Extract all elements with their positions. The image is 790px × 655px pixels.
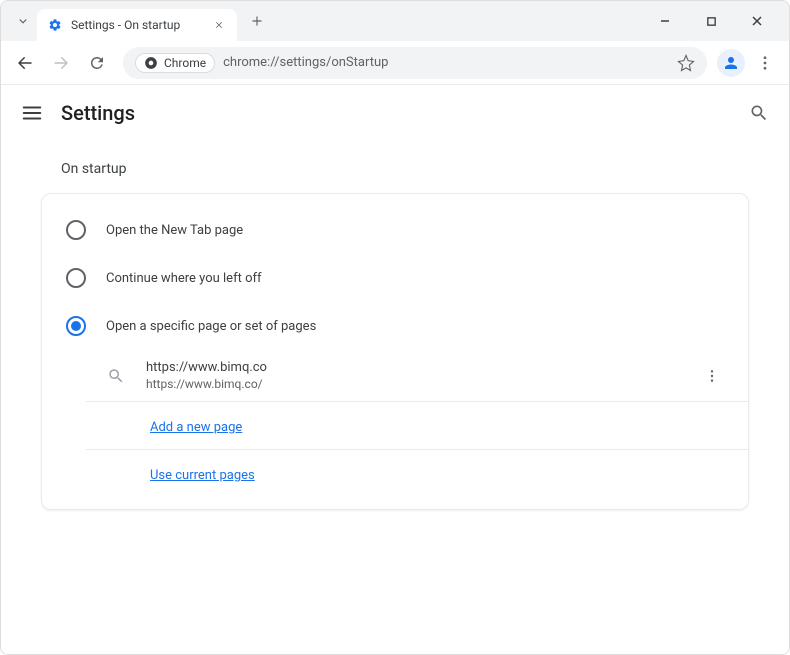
tab-title: Settings - On startup	[71, 18, 203, 32]
startup-options-card: Open the New Tab page Continue where you…	[41, 193, 749, 510]
use-current-pages-link[interactable]: Use current pages	[150, 468, 255, 483]
url-text: chrome://settings/onStartup	[223, 55, 669, 70]
page-entry-url: https://www.bimq.co/	[146, 377, 680, 391]
profile-button[interactable]	[717, 49, 745, 77]
minimize-icon	[659, 15, 671, 27]
chrome-logo-icon	[144, 56, 158, 70]
menu-toggle-button[interactable]	[21, 102, 43, 124]
maximize-icon	[706, 16, 717, 27]
page-entry-title: https://www.bimq.co	[146, 360, 680, 375]
radio-label: Open a specific page or set of pages	[106, 319, 316, 334]
plus-icon	[250, 14, 264, 28]
maximize-button[interactable]	[697, 7, 725, 35]
radio-open-new-tab[interactable]: Open the New Tab page	[42, 206, 748, 254]
chrome-chip-label: Chrome	[164, 56, 206, 70]
page-title: Settings	[61, 101, 731, 125]
titlebar: Settings - On startup	[1, 1, 789, 41]
search-settings-button[interactable]	[749, 103, 769, 123]
browser-tab[interactable]: Settings - On startup	[37, 9, 237, 41]
forward-button[interactable]	[45, 47, 77, 79]
settings-gear-icon	[47, 17, 63, 33]
back-button[interactable]	[9, 47, 41, 79]
startup-page-row: https://www.bimq.co https://www.bimq.co/	[86, 350, 748, 402]
page-entry-menu-button[interactable]	[700, 368, 724, 384]
hamburger-icon	[21, 102, 43, 124]
arrow-left-icon	[16, 54, 34, 72]
star-icon	[677, 54, 695, 72]
add-new-page-link[interactable]: Add a new page	[150, 420, 242, 435]
tab-search-dropdown[interactable]	[9, 7, 37, 35]
search-icon	[106, 366, 126, 386]
minimize-button[interactable]	[651, 7, 679, 35]
startup-pages-list: https://www.bimq.co https://www.bimq.co/…	[86, 350, 748, 497]
radio-icon	[66, 220, 86, 240]
radio-continue-left-off[interactable]: Continue where you left off	[42, 254, 748, 302]
address-bar[interactable]: Chrome chrome://settings/onStartup	[123, 47, 707, 79]
arrow-right-icon	[52, 54, 70, 72]
radio-label: Continue where you left off	[106, 271, 262, 286]
radio-open-specific[interactable]: Open a specific page or set of pages	[42, 302, 748, 350]
chrome-chip: Chrome	[135, 53, 215, 73]
close-icon	[751, 15, 763, 27]
search-icon	[749, 103, 769, 123]
close-tab-button[interactable]	[211, 17, 227, 33]
more-vert-icon	[704, 368, 720, 384]
radio-icon	[66, 268, 86, 288]
close-icon	[214, 20, 224, 30]
reload-button[interactable]	[81, 47, 113, 79]
browser-menu-button[interactable]	[749, 47, 781, 79]
browser-toolbar: Chrome chrome://settings/onStartup	[1, 41, 789, 85]
new-tab-button[interactable]	[243, 7, 271, 35]
settings-header: Settings	[1, 85, 789, 141]
person-icon	[722, 54, 740, 72]
more-vert-icon	[756, 54, 774, 72]
section-label: On startup	[61, 161, 749, 177]
radio-icon	[66, 316, 86, 336]
radio-label: Open the New Tab page	[106, 223, 243, 238]
chevron-down-icon	[16, 14, 30, 28]
close-window-button[interactable]	[743, 7, 771, 35]
reload-icon	[88, 54, 106, 72]
bookmark-button[interactable]	[677, 54, 695, 72]
